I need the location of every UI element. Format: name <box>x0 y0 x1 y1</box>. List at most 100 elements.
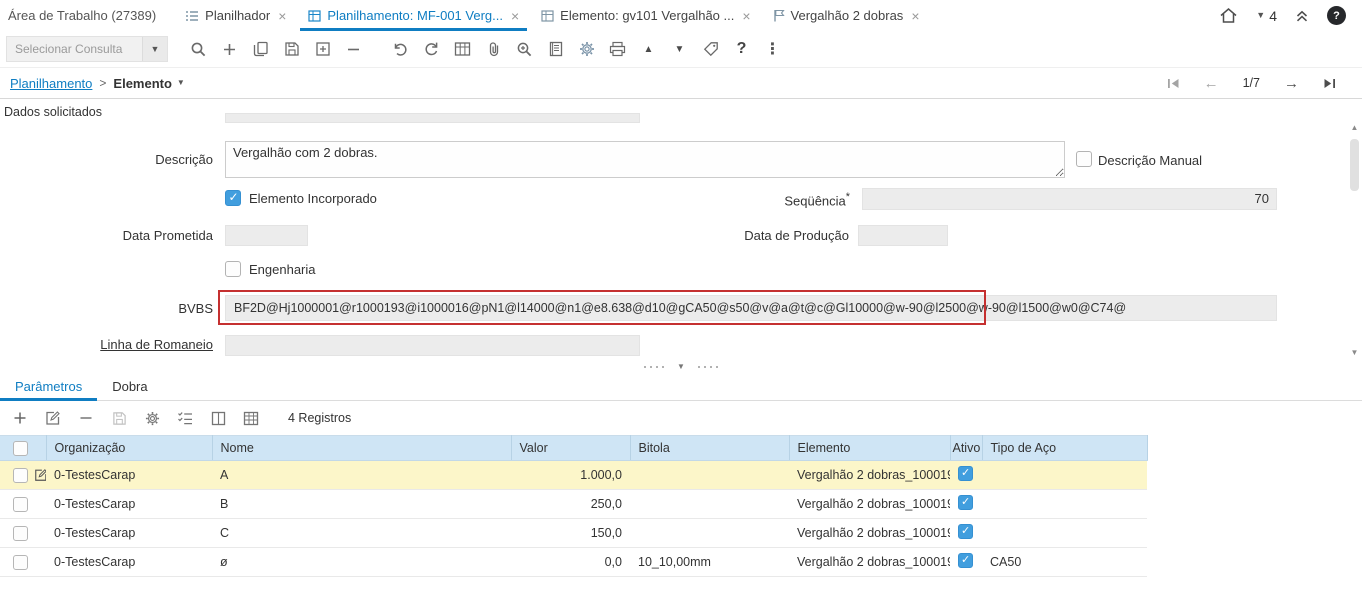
add-row-button[interactable] <box>8 406 32 430</box>
col-valor[interactable]: Valor <box>511 436 630 461</box>
tab-parametros[interactable]: Parâmetros <box>0 373 97 400</box>
print-button[interactable] <box>603 35 632 64</box>
grid-settings-button[interactable] <box>140 406 164 430</box>
workspace-tab[interactable]: Área de Trabalho (27389) <box>8 0 156 31</box>
required-mark: * <box>846 191 850 203</box>
splitter-collapse-icon[interactable]: ▼ <box>677 363 685 371</box>
tab-planilhamento[interactable]: Planilhamento: MF-001 Verg... × <box>297 0 530 31</box>
col-nome[interactable]: Nome <box>212 436 511 461</box>
help-button[interactable]: ? <box>1327 6 1346 25</box>
home-button[interactable] <box>1219 7 1238 24</box>
scroll-up-icon[interactable]: ▲ <box>1348 123 1361 132</box>
cell-valor: 0,0 <box>511 548 630 577</box>
save-rows-button[interactable] <box>107 406 131 430</box>
prev-record-button[interactable]: ← <box>1204 76 1219 91</box>
data-prometida-field[interactable] <box>225 225 308 246</box>
paperclip-icon <box>486 41 502 58</box>
add-record-button[interactable] <box>308 35 337 64</box>
column-config-button[interactable] <box>206 406 230 430</box>
tab-vergalhao[interactable]: Vergalhão 2 dobras × <box>762 0 931 31</box>
query-select[interactable]: Selecionar Consulta ▼ <box>6 36 168 62</box>
edit-row-button[interactable] <box>41 406 65 430</box>
col-bitola[interactable]: Bitola <box>630 436 789 461</box>
close-icon[interactable]: × <box>278 9 286 23</box>
scroll-down-icon[interactable]: ▼ <box>1348 348 1361 357</box>
scrollbar-thumb[interactable] <box>1350 139 1359 191</box>
close-icon[interactable]: × <box>511 9 519 23</box>
bvbs-field[interactable]: BF2D@Hj1000001@r1000193@i1000016@pN1@l14… <box>225 295 1277 321</box>
remove-button[interactable] <box>339 35 368 64</box>
tags-button[interactable] <box>696 35 725 64</box>
first-record-button[interactable] <box>1167 78 1180 89</box>
next-record-button[interactable]: → <box>1284 76 1299 91</box>
elemento-incorporado-checkbox[interactable] <box>225 190 241 206</box>
col-organizacao[interactable]: Organização <box>46 436 212 461</box>
row-select-checkbox[interactable] <box>13 555 28 570</box>
ativo-checkbox[interactable] <box>958 524 973 539</box>
tag-icon <box>703 41 719 57</box>
search-button[interactable] <box>184 35 213 64</box>
sequencia-field[interactable]: 70 <box>862 188 1277 210</box>
add-button[interactable] <box>215 35 244 64</box>
ativo-checkbox[interactable] <box>958 553 973 568</box>
cell-tipo-aco <box>982 519 1147 548</box>
clipped-field[interactable] <box>225 113 640 123</box>
data-producao-field[interactable] <box>858 225 948 246</box>
multi-select-button[interactable] <box>173 406 197 430</box>
collapse-all-button[interactable] <box>1295 9 1309 23</box>
tab-dobra[interactable]: Dobra <box>97 373 162 400</box>
cell-bitola <box>630 519 789 548</box>
descricao-textarea[interactable]: Vergalhão com 2 dobras. <box>225 141 1065 178</box>
row-select-checkbox[interactable] <box>13 497 28 512</box>
settings-button[interactable] <box>572 35 601 64</box>
row-editing-icon[interactable] <box>34 468 46 482</box>
undo-button[interactable] <box>386 35 415 64</box>
ativo-checkbox[interactable] <box>958 466 973 481</box>
descricao-manual-checkbox[interactable] <box>1076 151 1092 167</box>
undo-icon <box>392 41 409 58</box>
table-row[interactable]: 0-TestesCarap A 1.000,0 Vergalhão 2 dobr… <box>0 461 1147 490</box>
last-record-button[interactable] <box>1323 78 1336 89</box>
delete-row-button[interactable] <box>74 406 98 430</box>
table-row[interactable]: 0-TestesCarap B 250,0 Vergalhão 2 dobras… <box>0 490 1147 519</box>
splitter[interactable]: ▼ <box>0 361 1362 373</box>
save-button[interactable] <box>277 35 306 64</box>
main-toolbar: Selecionar Consulta ▼ ▲ <box>0 31 1362 68</box>
help-toolbar-button[interactable]: ? <box>727 35 756 64</box>
col-tipo-aco[interactable]: Tipo de Aço <box>982 436 1147 461</box>
ativo-checkbox[interactable] <box>958 495 973 510</box>
plus-icon <box>13 411 27 425</box>
table-row[interactable]: 0-TestesCarap C 150,0 Vergalhão 2 dobras… <box>0 519 1147 548</box>
zoom-button[interactable] <box>510 35 539 64</box>
attachments-button[interactable] <box>479 35 508 64</box>
question-icon: ? <box>737 40 747 58</box>
log-button[interactable] <box>541 35 570 64</box>
col-elemento[interactable]: Elemento <box>789 436 950 461</box>
copy-button[interactable] <box>246 35 275 64</box>
close-icon[interactable]: × <box>742 9 750 23</box>
more-actions-dropdown-button[interactable]: ▼ <box>665 35 694 64</box>
refresh-button[interactable] <box>417 35 446 64</box>
gear-icon <box>145 411 160 426</box>
more-menu-button[interactable]: ⋮ <box>758 35 787 64</box>
grid-view-button[interactable] <box>448 35 477 64</box>
table-row[interactable]: 0-TestesCarap ø 0,0 10_10,00mm Vergalhão… <box>0 548 1147 577</box>
linha-romaneio-field[interactable] <box>225 335 640 356</box>
query-select-dropdown-button[interactable]: ▼ <box>142 37 167 61</box>
grid-layout-button[interactable] <box>239 406 263 430</box>
tab-planilhador[interactable]: Planilhador × <box>174 0 297 31</box>
move-up-button[interactable]: ▲ <box>634 35 663 64</box>
row-select-checkbox[interactable] <box>13 468 28 483</box>
select-all-checkbox[interactable] <box>13 441 28 456</box>
form-scrollbar[interactable]: ▲ ▼ <box>1348 123 1361 357</box>
row-select-checkbox[interactable] <box>13 526 28 541</box>
engenharia-checkbox[interactable] <box>225 261 241 277</box>
linha-romaneio-label[interactable]: Linha de Romaneio <box>0 337 213 352</box>
checklist-icon <box>177 411 193 425</box>
tab-elemento[interactable]: Elemento: gv101 Vergalhão ... × <box>530 0 761 31</box>
col-ativo[interactable]: Ativo <box>950 436 982 461</box>
open-tabs-dropdown[interactable]: ▼ 4 <box>1256 8 1277 24</box>
close-icon[interactable]: × <box>911 9 919 23</box>
breadcrumb-current-dropdown[interactable]: Elemento ▼ <box>113 76 184 91</box>
breadcrumb-link-planilhamento[interactable]: Planilhamento <box>10 76 92 91</box>
